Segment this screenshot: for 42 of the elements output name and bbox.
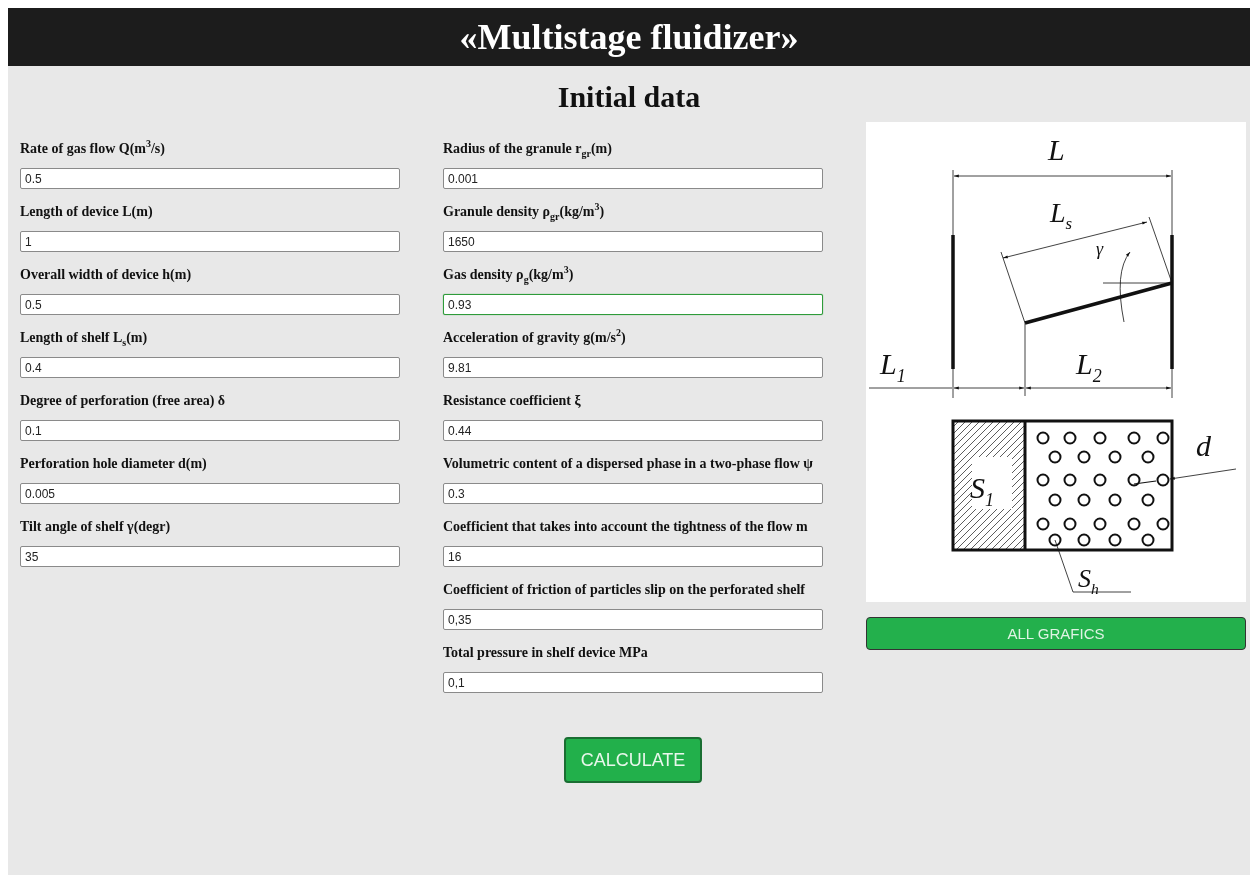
- field-label: Degree of perforation (free area) δ: [20, 392, 227, 410]
- field-label: Radius of the granule r$_{gr}$(m): [443, 140, 613, 158]
- field-label: Coefficient that takes into account the tightness of the flow m: [443, 518, 809, 536]
- field-label: Overall width of device h(m): [20, 266, 193, 284]
- field-label: Acceleration of gravity g(m/s$^{2}$): [443, 329, 627, 347]
- app-title: «Multistage fluidizer»: [459, 16, 799, 58]
- diagram-label: L$_{1}$: [880, 347, 906, 386]
- field-label: Total pressure in shelf device MPa: [443, 644, 649, 662]
- field-label: Tilt angle of shelf γ(degr): [20, 518, 172, 536]
- input-field[interactable]: 35: [20, 546, 400, 567]
- field-label: Granule density ρ$_{gr}$(kg/m$^{3}$): [443, 203, 606, 221]
- input-field[interactable]: 0.44: [443, 420, 823, 441]
- input-field[interactable]: 0.005: [20, 483, 400, 504]
- input-field[interactable]: 0.1: [20, 420, 400, 441]
- field-label: Perforation hole diameter d(m): [20, 455, 208, 473]
- diagram-label: γ: [1096, 239, 1104, 259]
- field-label: Rate of gas flow Q(m$^{3}$/s): [20, 140, 166, 158]
- input-field[interactable]: 0.5: [20, 294, 400, 315]
- input-field[interactable]: 0,35: [443, 609, 823, 630]
- diagram-label: d: [1196, 429, 1211, 462]
- diagram-label: L$_{s}$: [1050, 197, 1073, 233]
- diagram-label: S$_{h}$: [1078, 564, 1099, 597]
- field-label: Length of shelf L$_{s}$(m): [20, 329, 149, 347]
- input-field[interactable]: 0.5: [20, 168, 400, 189]
- input-field[interactable]: 9.81: [443, 357, 823, 378]
- input-field[interactable]: 1650: [443, 231, 823, 252]
- input-field[interactable]: 16: [443, 546, 823, 567]
- field-label: Resistance coefficient ξ: [443, 392, 582, 410]
- input-field[interactable]: 0.3: [443, 483, 823, 504]
- diagram-label: S$_{1}$: [970, 471, 994, 510]
- diagram-label: L$_{2}$: [1076, 347, 1102, 386]
- field-label: Coefficient of friction of particles slip on the perforated shelf: [443, 581, 806, 599]
- field-label: Length of device L(m): [20, 203, 154, 221]
- field-label: Gas density ρ$_{g}$(kg/m$^{3}$): [443, 266, 575, 284]
- input-field[interactable]: 0,1: [443, 672, 823, 693]
- section-heading: Initial data: [557, 80, 701, 114]
- input-field[interactable]: 0.001: [443, 168, 823, 189]
- diagram-label: L: [1048, 133, 1065, 166]
- input-field[interactable]: 1: [20, 231, 400, 252]
- field-label: Volumetric content of a dispersed phase in a two-phase flow ψ: [443, 455, 814, 473]
- input-field[interactable]: 0.93: [443, 294, 823, 315]
- input-field[interactable]: 0.4: [20, 357, 400, 378]
